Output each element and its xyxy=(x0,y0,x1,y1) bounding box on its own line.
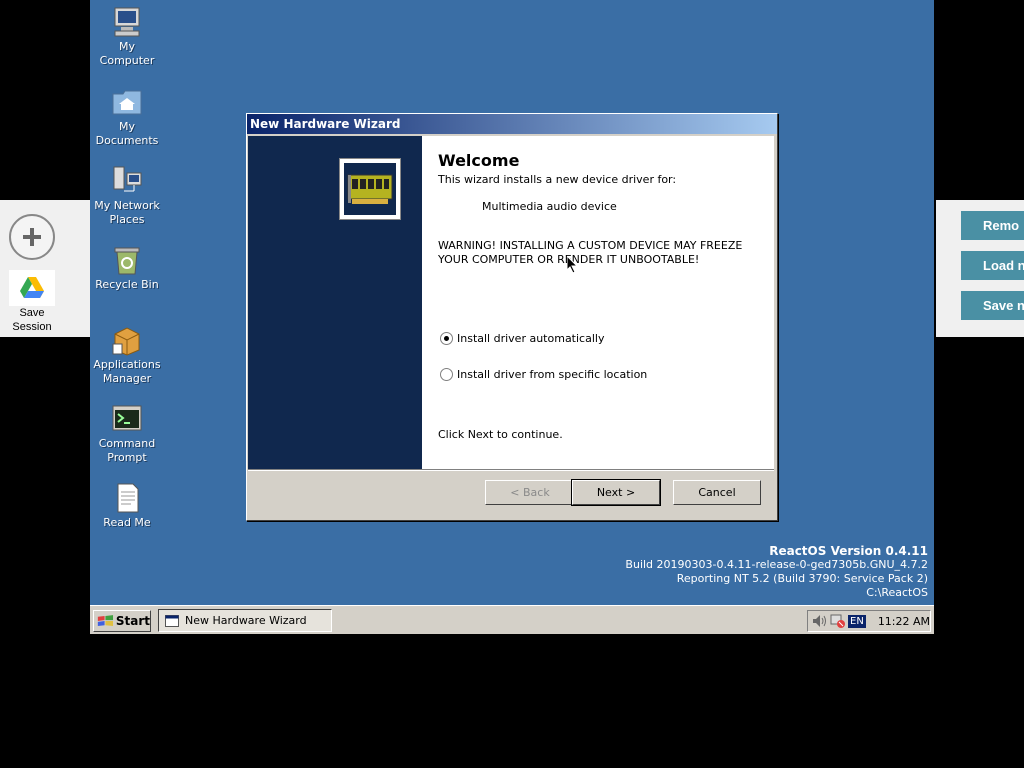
radio-button-selected[interactable] xyxy=(440,332,453,345)
taskbar-item-label: New Hardware Wizard xyxy=(185,614,307,627)
wizard-heading: Welcome xyxy=(438,151,520,170)
add-button[interactable] xyxy=(9,214,55,260)
save-button[interactable]: Save n xyxy=(961,291,1024,320)
hardware-card-icon xyxy=(339,158,401,220)
desktop-icon-label: Read Me xyxy=(103,516,151,529)
recycle-bin-icon xyxy=(111,244,143,276)
desktop-icon-command-prompt[interactable]: Command Prompt xyxy=(90,403,167,465)
language-indicator[interactable]: EN xyxy=(848,614,866,628)
google-drive-icon xyxy=(9,270,55,306)
save-session-label-1: Save xyxy=(19,307,45,319)
folder-icon xyxy=(111,86,143,118)
desktop-icon-label: Command xyxy=(98,437,156,450)
dialog-title: New Hardware Wizard xyxy=(250,117,401,131)
continue-instruction: Click Next to continue. xyxy=(438,428,563,441)
left-overlay-panel: Save Session xyxy=(0,200,90,337)
mouse-cursor-icon xyxy=(567,256,579,274)
computer-icon xyxy=(111,6,143,38)
desktop-icon-label: Applications xyxy=(93,358,161,371)
warning-text-1: WARNING! INSTALLING A CUSTOM DEVICE MAY … xyxy=(438,239,743,252)
desktop-icon-label: My Network xyxy=(94,199,160,212)
radio-install-specific-location[interactable]: Install driver from specific location xyxy=(440,368,647,381)
load-button[interactable]: Load n xyxy=(961,251,1024,280)
desktop-icon-label: Recycle Bin xyxy=(95,278,159,291)
desktop-icon-label: Places xyxy=(109,213,145,226)
desktop-icon-my-network-places[interactable]: My Network Places xyxy=(90,165,167,227)
radio-label-specific: Install driver from specific location xyxy=(457,368,648,381)
desktop-icon-label: My xyxy=(118,120,135,133)
volume-icon[interactable] xyxy=(812,614,828,628)
taskbar-item-new-hardware-wizard[interactable]: New Hardware Wizard xyxy=(158,609,332,632)
terminal-icon xyxy=(111,403,143,435)
plus-icon xyxy=(23,228,41,246)
device-name: Multimedia audio device xyxy=(482,200,617,213)
cancel-button[interactable]: Cancel xyxy=(673,480,761,505)
start-label: Start xyxy=(115,614,150,628)
window-icon xyxy=(165,614,179,627)
desktop-icon-label: Computer xyxy=(99,54,155,67)
taskbar: Start New Hardware Wizard EN 11:22 AM xyxy=(90,605,934,634)
new-hardware-wizard-dialog: New Hardware Wizard Welcome This wizard … xyxy=(246,113,778,521)
desktop-icon-label: My xyxy=(118,40,135,53)
package-icon xyxy=(111,324,143,356)
remove-button[interactable]: Remo xyxy=(961,211,1024,240)
network-status-icon[interactable] xyxy=(830,614,846,628)
desktop-icon-recycle-bin[interactable]: Recycle Bin xyxy=(90,244,167,292)
clock[interactable]: 11:22 AM xyxy=(878,615,930,628)
radio-label-auto: Install driver automatically xyxy=(457,332,605,345)
save-session-label-2: Session xyxy=(12,321,52,333)
version-info: ReactOS Version 0.4.11 Build 20190303-0.… xyxy=(625,544,928,600)
desktop-icon-label: Documents xyxy=(95,134,159,147)
desktop-icon-applications-manager[interactable]: Applications Manager xyxy=(90,324,167,386)
start-button[interactable]: Start xyxy=(93,610,151,632)
back-button[interactable]: < Back xyxy=(485,480,575,505)
radio-button-unselected[interactable] xyxy=(440,368,453,381)
desktop-icon-label: Manager xyxy=(102,372,152,385)
desktop-icon-my-computer[interactable]: My Computer xyxy=(90,6,167,68)
desktop-icon-my-documents[interactable]: My Documents xyxy=(90,86,167,148)
radio-install-automatically[interactable]: Install driver automatically xyxy=(440,332,604,345)
version-reporting: Reporting NT 5.2 (Build 3790: Service Pa… xyxy=(676,572,928,585)
wizard-intro-text: This wizard installs a new device driver… xyxy=(438,173,677,186)
system-tray: EN 11:22 AM xyxy=(807,610,931,632)
network-icon xyxy=(111,165,143,197)
wizard-side-banner xyxy=(248,136,422,469)
reactos-logo-icon xyxy=(97,615,114,627)
dialog-separator xyxy=(248,469,774,471)
dialog-titlebar[interactable]: New Hardware Wizard xyxy=(247,114,777,134)
desktop-icon-read-me[interactable]: Read Me xyxy=(90,482,167,530)
version-build: Build 20190303-0.4.11-release-0-ged7305b… xyxy=(625,558,928,571)
version-path: C:\ReactOS xyxy=(866,586,928,599)
desktop-icon-label: Prompt xyxy=(107,451,147,464)
desktop: My Computer My Documents My Network Plac… xyxy=(90,0,934,634)
wizard-content: Welcome This wizard installs a new devic… xyxy=(422,136,774,469)
version-title: ReactOS Version 0.4.11 xyxy=(769,544,928,558)
next-button[interactable]: Next > xyxy=(571,479,661,506)
save-session-button[interactable]: Save Session xyxy=(8,270,56,333)
document-icon xyxy=(111,482,143,514)
